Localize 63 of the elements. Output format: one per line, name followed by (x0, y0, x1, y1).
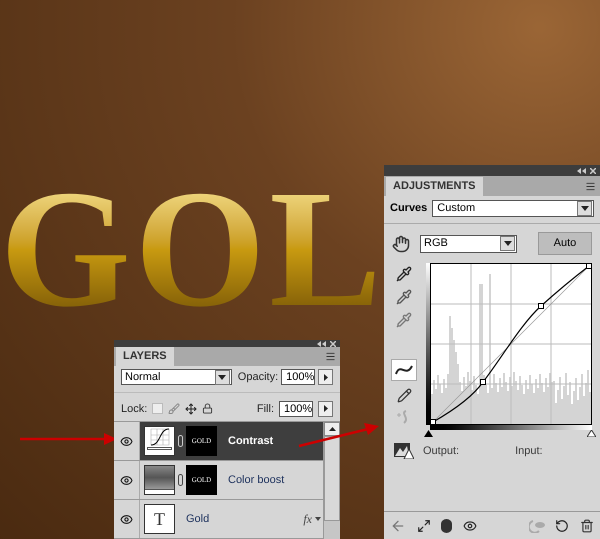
chain-link-icon[interactable] (178, 474, 183, 486)
fill-field[interactable]: 100% (279, 400, 313, 417)
caret-icon[interactable] (577, 201, 592, 216)
triangle-icon (580, 206, 588, 211)
layer-name: Contrast (228, 434, 274, 449)
auto-button[interactable]: Auto (538, 232, 592, 255)
fill-arrow-button[interactable] (318, 400, 333, 417)
opacity-field[interactable]: 100% (281, 369, 316, 386)
visibility-eye-icon[interactable] (120, 434, 133, 448)
preset-dropdown[interactable]: Custom (432, 200, 594, 217)
fill-label: Fill: (256, 402, 274, 416)
trash-icon[interactable] (580, 518, 594, 532)
panel-menu-icon[interactable] (585, 181, 596, 192)
eyedropper-icon[interactable] (396, 289, 412, 305)
expand-caret-icon[interactable] (315, 517, 321, 521)
layer-name: Color boost (228, 472, 284, 488)
caret-icon[interactable] (214, 370, 230, 385)
highlight-slider-icon[interactable] (587, 430, 596, 437)
clipping-warning-icon[interactable] (394, 443, 414, 460)
triangle-icon (504, 241, 512, 246)
close-icon[interactable] (590, 168, 596, 174)
curve-tool-button[interactable] (391, 359, 417, 381)
panel-tab[interactable]: LAYERS (116, 347, 174, 366)
opacity-arrow-button[interactable] (318, 369, 333, 386)
reset-icon[interactable] (555, 518, 570, 532)
shadow-slider-icon[interactable] (424, 430, 433, 437)
pencil-icon[interactable] (396, 388, 412, 403)
output-label: Output: (423, 444, 460, 459)
collapse-icon[interactable] (577, 168, 586, 174)
fx-label[interactable]: fx (303, 510, 312, 528)
arrow-icon (324, 405, 328, 412)
curves-layer-thumbnail (144, 426, 175, 456)
visibility-eye-icon[interactable] (120, 474, 133, 486)
curve-point[interactable] (480, 379, 486, 385)
scrollbar[interactable] (323, 422, 340, 539)
eyedropper-icon[interactable] (396, 266, 412, 282)
adjustment-type-label: Curves (390, 201, 428, 216)
scroll-up-button[interactable] (324, 422, 340, 436)
panel-menu-icon[interactable] (325, 351, 336, 362)
layer-name: Gold (186, 512, 210, 527)
visibility-eye-icon[interactable] (120, 512, 133, 526)
close-icon[interactable] (330, 340, 336, 346)
arrow-icon (324, 374, 328, 381)
lock-label: Lock: (121, 402, 148, 416)
gradient-layer-thumbnail (144, 465, 175, 495)
caret-icon[interactable] (500, 236, 515, 251)
blend-mode-dropdown[interactable]: Normal (121, 369, 232, 386)
triangle-icon (218, 374, 226, 380)
panel-tab[interactable]: ADJUSTMENTS (386, 177, 483, 196)
eye-icon[interactable] (463, 518, 478, 532)
expand-icon[interactable] (416, 518, 431, 532)
opacity-label: Opacity: (238, 370, 278, 385)
hand-adjust-icon[interactable] (392, 234, 410, 252)
channel-dropdown[interactable]: RGB (420, 234, 517, 252)
caret-icon (328, 427, 336, 431)
curve-icon (395, 364, 413, 376)
curve-point[interactable] (586, 263, 592, 269)
input-label: Input: (515, 444, 543, 459)
lock-icon[interactable] (202, 403, 214, 414)
text-layer-thumbnail: T (144, 504, 175, 534)
curve-point[interactable] (538, 303, 544, 309)
move-icon[interactable] (185, 402, 198, 415)
back-arrow-icon[interactable] (390, 518, 406, 534)
